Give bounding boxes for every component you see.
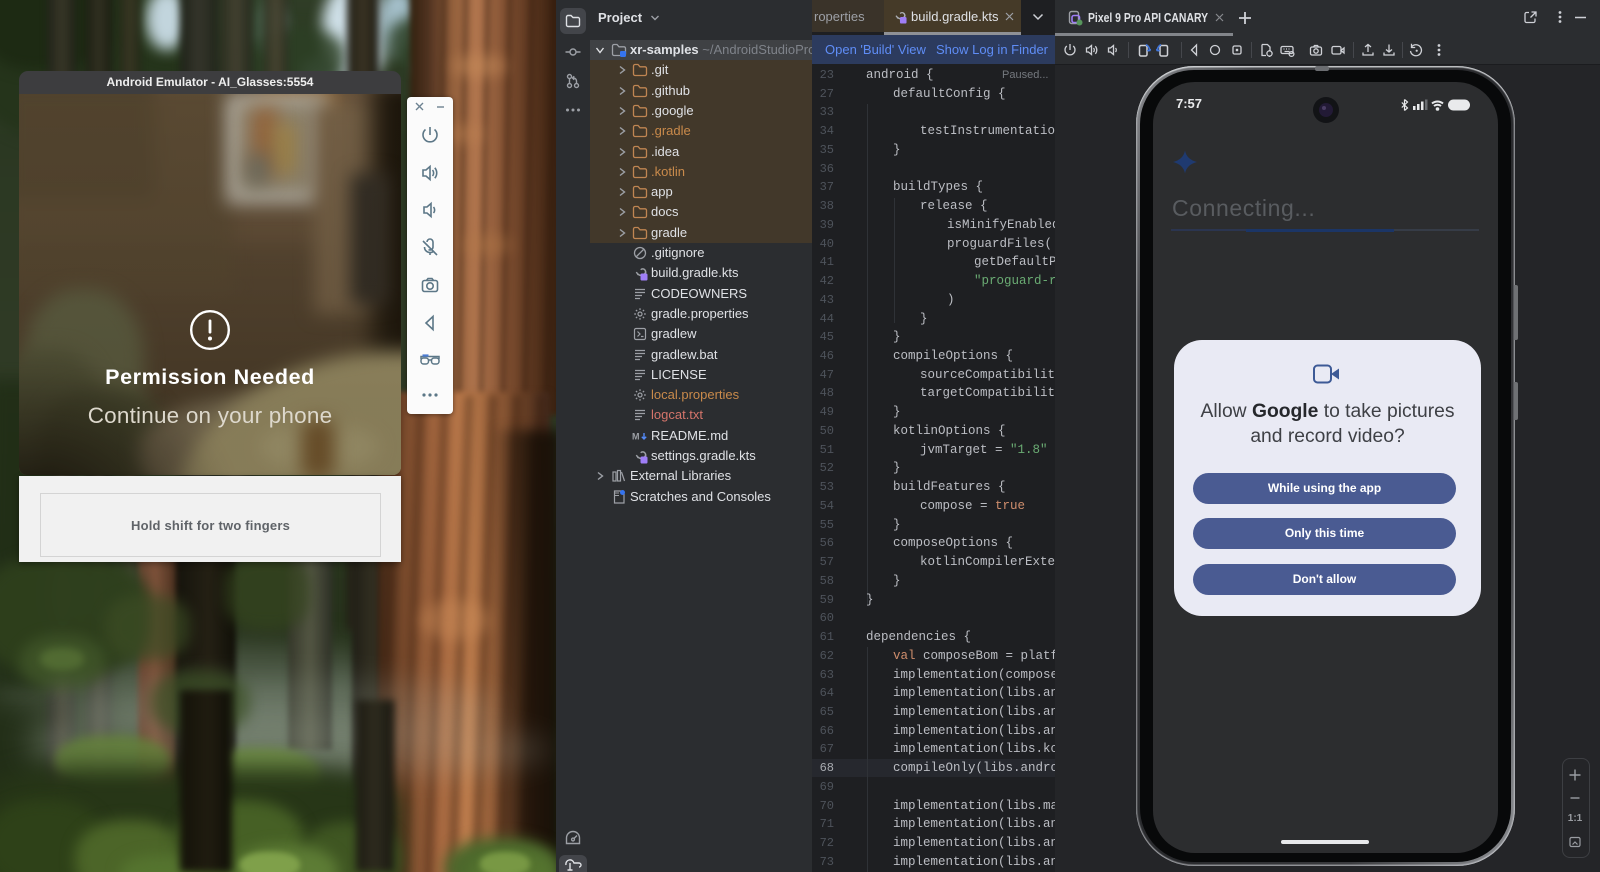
svg-text:M: M	[632, 431, 640, 441]
